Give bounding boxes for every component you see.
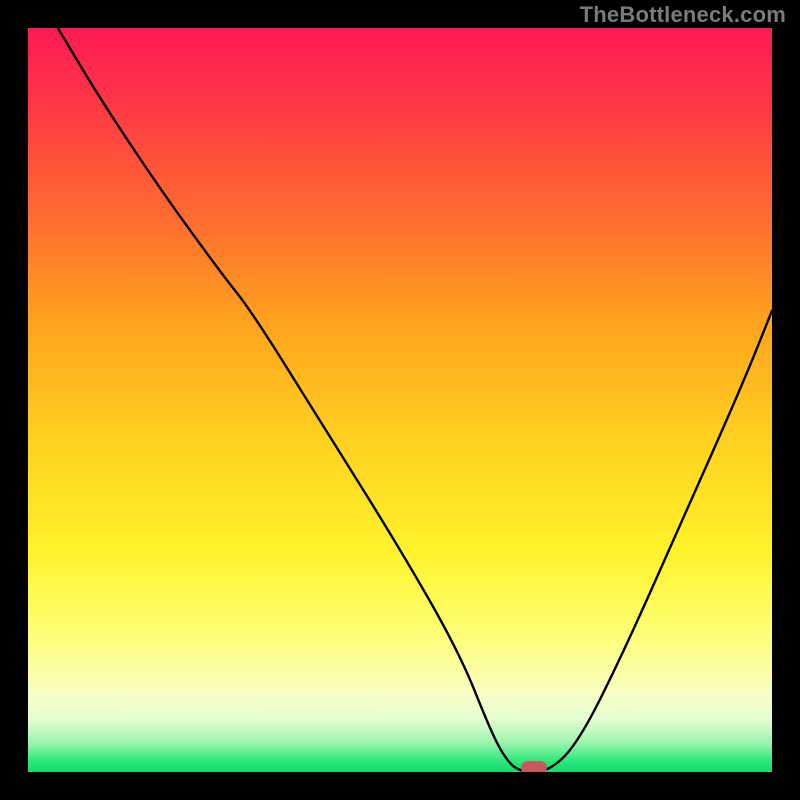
optimal-marker: [521, 761, 547, 772]
bottleneck-curve: [28, 28, 772, 772]
chart-frame: TheBottleneck.com: [0, 0, 800, 800]
watermark-text: TheBottleneck.com: [580, 2, 786, 28]
curve-path: [58, 28, 772, 772]
plot-area: [28, 28, 772, 772]
